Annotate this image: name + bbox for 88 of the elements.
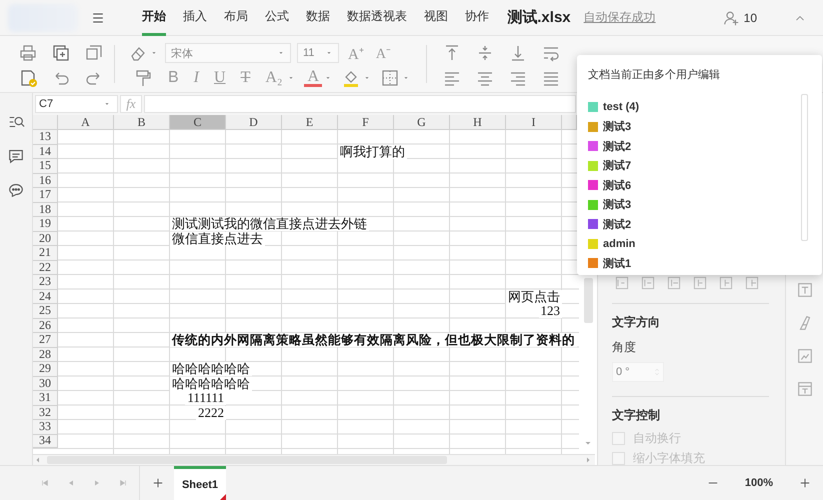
row-header[interactable]: 27 <box>33 333 58 348</box>
border-icon[interactable] <box>380 68 400 88</box>
row-header[interactable]: 20 <box>33 232 58 246</box>
last-sheet-icon[interactable] <box>118 478 128 488</box>
row-header[interactable]: 29 <box>33 362 58 376</box>
row-header[interactable]: 17 <box>33 188 58 202</box>
column-header[interactable]: A <box>58 115 114 130</box>
section-title: 文字控制 <box>612 407 661 424</box>
row-header[interactable]: 30 <box>33 376 58 391</box>
horizontal-scrollbar[interactable] <box>33 454 595 465</box>
collaborator-count: 10 <box>744 10 757 24</box>
user-name: 测试3 <box>603 120 632 134</box>
user-name: test (4) <box>603 101 640 114</box>
checkbox-label: 自动换行 <box>633 430 681 446</box>
checkbox-label: 缩小字体填充 <box>633 450 705 466</box>
column-header[interactable]: D <box>226 115 282 130</box>
row-header[interactable]: 24 <box>33 290 58 304</box>
row-header[interactable]: 15 <box>33 159 58 174</box>
menu-tab[interactable]: 公式 <box>265 0 289 36</box>
section-title: 文字方向 <box>612 314 661 331</box>
cell-text: 哈哈哈哈哈哈 <box>170 376 252 391</box>
row-header[interactable]: 23 <box>33 275 58 290</box>
cell-text: 111111 <box>185 391 226 406</box>
zoom-in-icon[interactable] <box>799 477 811 489</box>
sheet-tab[interactable]: Sheet1 <box>174 466 226 500</box>
column-header[interactable]: I <box>506 115 562 130</box>
add-sheet-icon[interactable] <box>152 477 164 489</box>
menu-tab[interactable]: 视图 <box>424 0 448 36</box>
menu-tab[interactable]: 插入 <box>183 0 207 36</box>
file-name: 测试.xlsx <box>507 8 571 27</box>
print-icon[interactable] <box>18 43 38 63</box>
row-header[interactable]: 18 <box>33 202 58 217</box>
paste-icon[interactable] <box>50 43 70 63</box>
comment-icon[interactable] <box>7 147 25 165</box>
formula-input[interactable] <box>144 95 576 113</box>
image-frame-icon[interactable] <box>796 347 814 365</box>
popup-scrollbar[interactable] <box>801 94 808 241</box>
text-box-icon[interactable] <box>796 281 814 299</box>
row-header[interactable]: 13 <box>33 130 58 144</box>
row-header[interactable]: 32 <box>33 406 58 420</box>
font-name-field[interactable]: 宋体 <box>165 43 291 63</box>
row-header[interactable]: 34 <box>33 434 58 448</box>
row-header[interactable]: 33 <box>33 420 58 434</box>
menu-tab[interactable]: 数据透视表 <box>347 0 407 36</box>
row-header[interactable]: 21 <box>33 246 58 260</box>
row-header[interactable]: 25 <box>33 304 58 318</box>
column-header[interactable]: B <box>114 115 170 130</box>
menu-tab[interactable]: 协作 <box>465 0 489 36</box>
menu-tab[interactable]: 数据 <box>306 0 330 36</box>
menu-tab[interactable]: 布局 <box>224 0 248 36</box>
user-name: 测试2 <box>603 140 632 154</box>
row-header[interactable]: 26 <box>33 318 58 333</box>
cell-text: 啊我打算的 <box>338 144 407 159</box>
user-name: admin <box>603 238 636 250</box>
cell-text: 微信直接点进去 <box>170 232 265 246</box>
name-box[interactable]: C7 <box>35 95 118 113</box>
user-name: 测试3 <box>603 198 632 212</box>
column-header[interactable]: C <box>170 115 226 130</box>
row-header[interactable]: 28 <box>33 348 58 362</box>
user-name: 测试6 <box>603 178 632 193</box>
field-label: 角度 <box>612 339 637 356</box>
row-header[interactable]: 31 <box>33 391 58 406</box>
zoom-level: 100% <box>744 477 773 489</box>
angle-field[interactable]: 0 ° <box>612 362 664 382</box>
user-name: 测试2 <box>603 218 632 232</box>
cell-text: 哈哈哈哈哈哈 <box>170 362 252 376</box>
column-header[interactable]: E <box>282 115 338 130</box>
cell-text: 传统的内外网隔离策略虽然能够有效隔离风险，但也极大限制了资料的 <box>170 333 577 348</box>
first-sheet-icon[interactable] <box>40 478 50 488</box>
popup-title: 文档当前正由多个用户编辑 <box>588 68 721 82</box>
column-header[interactable] <box>562 115 577 130</box>
row-header[interactable]: 22 <box>33 260 58 275</box>
cell-text: 测试测试我的微信直接点进去外链 <box>170 217 369 232</box>
column-header[interactable]: F <box>338 115 394 130</box>
row-header[interactable]: 16 <box>33 174 58 188</box>
cell-text: 网页点击 <box>506 290 562 304</box>
cell-text: 123 <box>538 304 562 318</box>
column-header[interactable]: G <box>394 115 450 130</box>
user-name: 测试7 <box>603 158 632 174</box>
user-name: 测试1 <box>603 256 632 271</box>
add-user-icon[interactable] <box>722 8 740 26</box>
column-header[interactable]: H <box>450 115 506 130</box>
row-header[interactable]: 19 <box>33 217 58 232</box>
row-header[interactable]: 14 <box>33 144 58 159</box>
table-header-icon[interactable] <box>796 380 814 398</box>
chat-icon[interactable] <box>7 181 25 199</box>
cell-text: 2222 <box>196 406 226 420</box>
scrollbar-thumb[interactable] <box>584 278 593 323</box>
